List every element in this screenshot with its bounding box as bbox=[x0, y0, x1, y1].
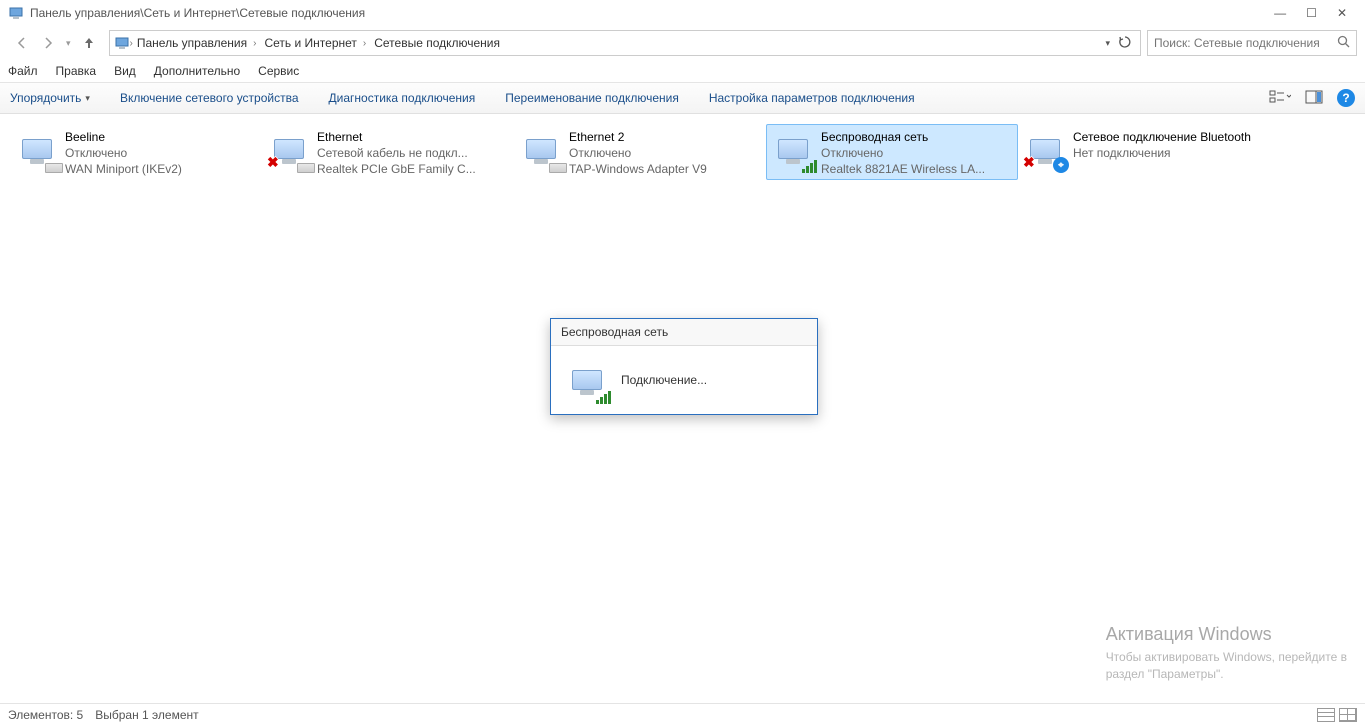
menubar: Файл Правка Вид Дополнительно Сервис bbox=[0, 60, 1365, 82]
rename-button[interactable]: Переименование подключения bbox=[505, 91, 679, 105]
help-button[interactable]: ? bbox=[1337, 89, 1355, 107]
enable-device-button[interactable]: Включение сетевого устройства bbox=[120, 91, 299, 105]
navbar: ▾ › Панель управления› Сеть и Интернет› … bbox=[0, 26, 1365, 60]
connection-device: Realtek PCIe GbE Family C... bbox=[317, 161, 476, 177]
maximize-button[interactable]: ☐ bbox=[1306, 6, 1317, 20]
connection-device: Realtek 8821AE Wireless LA... bbox=[821, 161, 985, 177]
refresh-button[interactable] bbox=[1118, 35, 1132, 52]
content-view-button[interactable] bbox=[1317, 708, 1335, 722]
search-icon[interactable] bbox=[1337, 35, 1350, 51]
dialog-title: Беспроводная сеть bbox=[551, 319, 817, 346]
app-icon bbox=[8, 5, 24, 21]
activation-watermark: Активация Windows Чтобы активировать Win… bbox=[1106, 622, 1347, 683]
menu-file[interactable]: Файл bbox=[8, 64, 38, 78]
connection-list: BeelineОтключеноWAN Miniport (IKEv2)✖Eth… bbox=[0, 114, 1365, 190]
connection-name: Беспроводная сеть bbox=[821, 129, 985, 145]
connection-item[interactable]: BeelineОтключеноWAN Miniport (IKEv2) bbox=[10, 124, 262, 180]
connection-status: Отключено bbox=[65, 145, 182, 161]
preview-pane-button[interactable] bbox=[1305, 90, 1323, 107]
statusbar: Элементов: 5 Выбран 1 элемент bbox=[0, 703, 1365, 725]
toolbar: Упорядочить▾ Включение сетевого устройст… bbox=[0, 82, 1365, 114]
control-panel-icon bbox=[114, 35, 130, 51]
breadcrumb-item[interactable]: Панель управления› bbox=[133, 36, 261, 50]
address-dropdown[interactable]: ▾ bbox=[1105, 38, 1110, 49]
menu-extra[interactable]: Дополнительно bbox=[154, 64, 240, 78]
titlebar: Панель управления\Сеть и Интернет\Сетевы… bbox=[0, 0, 1365, 26]
connection-name: Beeline bbox=[65, 129, 182, 145]
connection-item[interactable]: Ethernet 2ОтключеноTAP-Windows Adapter V… bbox=[514, 124, 766, 180]
back-button[interactable] bbox=[14, 35, 30, 51]
vpn-icon bbox=[17, 129, 57, 169]
connection-device: WAN Miniport (IKEv2) bbox=[65, 161, 182, 177]
watermark-line: Чтобы активировать Windows, перейдите в bbox=[1106, 649, 1347, 666]
diagnose-button[interactable]: Диагностика подключения bbox=[329, 91, 476, 105]
ethernet-icon bbox=[521, 129, 561, 169]
searchbox[interactable] bbox=[1147, 30, 1357, 56]
up-button[interactable] bbox=[81, 35, 97, 51]
forward-button[interactable] bbox=[40, 35, 56, 51]
menu-service[interactable]: Сервис bbox=[258, 64, 299, 78]
search-input[interactable] bbox=[1154, 36, 1331, 50]
selection-status: Выбран 1 элемент bbox=[95, 708, 198, 722]
ethernet-icon: ✖ bbox=[269, 129, 309, 169]
item-count: Элементов: 5 bbox=[8, 708, 83, 722]
connecting-dialog: Беспроводная сеть Подключение... bbox=[550, 318, 818, 415]
connection-name: Ethernet bbox=[317, 129, 476, 145]
recent-dropdown[interactable]: ▾ bbox=[66, 38, 71, 49]
bluetooth-icon: ✖⌖ bbox=[1025, 129, 1065, 169]
organize-button[interactable]: Упорядочить▾ bbox=[10, 91, 90, 105]
connection-name: Ethernet 2 bbox=[569, 129, 707, 145]
connection-item[interactable]: ✖ EthernetСетевой кабель не подкл...Realt… bbox=[262, 124, 514, 180]
window-title: Панель управления\Сеть и Интернет\Сетевы… bbox=[30, 6, 365, 20]
watermark-title: Активация Windows bbox=[1106, 622, 1347, 647]
addressbar[interactable]: › Панель управления› Сеть и Интернет› Се… bbox=[109, 30, 1141, 56]
breadcrumb-item[interactable]: Сеть и Интернет› bbox=[260, 36, 370, 50]
connection-settings-button[interactable]: Настройка параметров подключения bbox=[709, 91, 915, 105]
connection-item[interactable]: ✖⌖ Сетевое подключение BluetoothНет подкл… bbox=[1018, 124, 1270, 180]
menu-edit[interactable]: Правка bbox=[56, 64, 97, 78]
wifi-icon bbox=[773, 129, 813, 169]
wifi-icon bbox=[567, 360, 607, 400]
minimize-button[interactable]: — bbox=[1274, 6, 1286, 20]
menu-view[interactable]: Вид bbox=[114, 64, 136, 78]
breadcrumb-item[interactable]: Сетевые подключения bbox=[370, 36, 504, 50]
dialog-status: Подключение... bbox=[621, 373, 707, 387]
watermark-line: раздел "Параметры". bbox=[1106, 666, 1347, 683]
connection-item[interactable]: Беспроводная сетьОтключеноRealtek 8821AE… bbox=[766, 124, 1018, 180]
connection-status: Отключено bbox=[569, 145, 707, 161]
connection-name: Сетевое подключение Bluetooth bbox=[1073, 129, 1251, 145]
close-button[interactable]: ✕ bbox=[1337, 6, 1347, 20]
connection-device: TAP-Windows Adapter V9 bbox=[569, 161, 707, 177]
details-view-button[interactable] bbox=[1339, 708, 1357, 722]
connection-status: Нет подключения bbox=[1073, 145, 1251, 161]
connection-status: Отключено bbox=[821, 145, 985, 161]
view-options-button[interactable] bbox=[1269, 89, 1291, 108]
connection-status: Сетевой кабель не подкл... bbox=[317, 145, 476, 161]
